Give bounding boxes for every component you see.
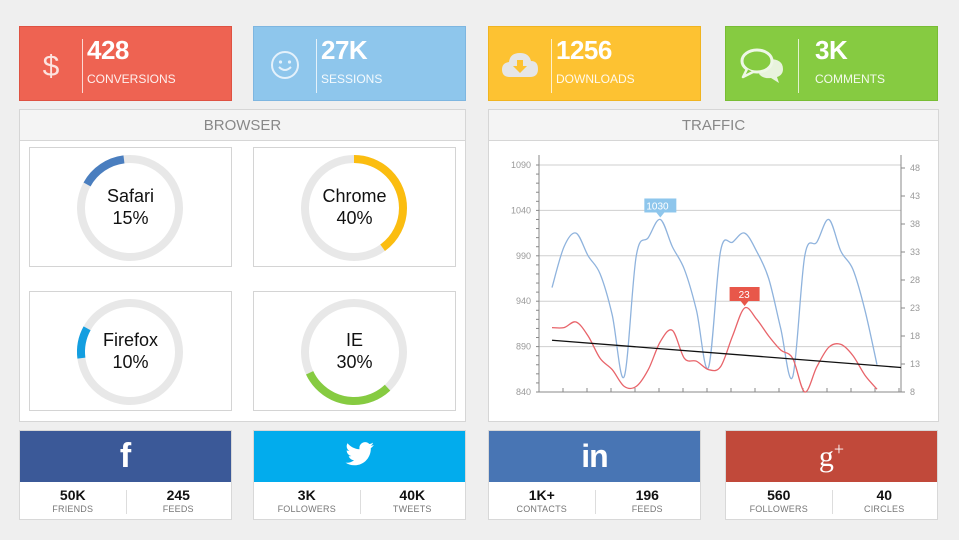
y-right-tick-label: 38 bbox=[910, 219, 920, 229]
stat-followers: 3K FOLLOWERS bbox=[277, 487, 336, 514]
series-blue-line bbox=[551, 218, 878, 380]
stat-value: 1256 bbox=[556, 35, 612, 65]
y-left-tick-label: 890 bbox=[516, 342, 531, 352]
gauge-name: Firefox bbox=[102, 330, 158, 350]
linkedin-icon: in bbox=[581, 438, 608, 474]
stat-card-conversions[interactable]: $ 428 CONVERSIONS bbox=[19, 26, 232, 101]
y-right-tick-label: 43 bbox=[910, 191, 920, 201]
gauge-ie[interactable]: IE 30% bbox=[253, 291, 456, 411]
y-right-tick-label: 33 bbox=[910, 247, 920, 257]
annotation-pointer bbox=[740, 301, 749, 306]
y-left-tick-label: 1090 bbox=[511, 160, 531, 170]
social-card-linkedin[interactable]: in 1K+ CONTACTS 196 FEEDS bbox=[488, 430, 701, 520]
annotation-pointer bbox=[656, 212, 665, 218]
gauge-safari[interactable]: Safari 15% bbox=[29, 147, 232, 267]
gauge-percent: 10% bbox=[112, 352, 149, 372]
cloud-download-icon bbox=[489, 27, 551, 102]
divider bbox=[82, 39, 83, 93]
divider bbox=[594, 490, 596, 514]
stat-card-sessions[interactable]: 27K SESSIONS bbox=[253, 26, 466, 101]
gauge-name: Chrome bbox=[322, 186, 387, 206]
social-card-google-plus[interactable]: g+ 560 FOLLOWERS 40 CIRCLES bbox=[725, 430, 938, 520]
divider bbox=[551, 39, 552, 93]
traffic-panel-title: TRAFFIC bbox=[489, 110, 938, 141]
y-right-tick-label: 48 bbox=[910, 163, 920, 173]
stat-contacts: 1K+ CONTACTS bbox=[516, 487, 567, 514]
stat-card-comments[interactable]: 3K COMMENTS bbox=[725, 26, 938, 101]
stat-card-downloads[interactable]: 1256 DOWNLOADS bbox=[488, 26, 701, 101]
speech-bubbles-icon bbox=[726, 27, 798, 102]
stat-feeds: 245 FEEDS bbox=[162, 487, 194, 514]
stat-friends: 50K FRIENDS bbox=[52, 487, 94, 514]
stat-circles: 40 CIRCLES bbox=[864, 487, 905, 514]
y-right-tick-label: 8 bbox=[910, 387, 915, 397]
y-right-tick-label: 18 bbox=[910, 331, 920, 341]
divider bbox=[125, 490, 127, 514]
y-left-tick-label: 940 bbox=[516, 296, 531, 306]
divider bbox=[359, 490, 361, 514]
stat-label: COMMENTS bbox=[815, 72, 885, 86]
y-right-tick-label: 13 bbox=[910, 359, 920, 369]
divider bbox=[831, 490, 833, 514]
gauge-firefox[interactable]: Firefox 10% bbox=[29, 291, 232, 411]
y-left-tick-label: 840 bbox=[516, 387, 531, 397]
traffic-chart: 840 890 940 990 1040 1090 8 13 18 23 28 33 38 43 48 103… bbox=[511, 155, 920, 397]
browser-panel-title: BROWSER bbox=[20, 110, 465, 141]
stat-label: SESSIONS bbox=[321, 72, 383, 86]
divider bbox=[316, 39, 317, 93]
y-left-tick-label: 990 bbox=[516, 251, 531, 261]
gauge-percent: 40% bbox=[336, 208, 373, 228]
gauge-chrome[interactable]: Chrome 40% bbox=[253, 147, 456, 267]
annotation-label: 1030 bbox=[646, 201, 669, 212]
y-left-tick-label: 1040 bbox=[511, 205, 531, 215]
stat-value: 27K bbox=[321, 35, 368, 65]
gauge-name: Safari bbox=[106, 186, 155, 206]
divider bbox=[798, 39, 799, 93]
social-card-facebook[interactable]: f 50K FRIENDS 245 FEEDS bbox=[19, 430, 232, 520]
dollar-icon: $ bbox=[20, 27, 82, 102]
gauge-percent: 30% bbox=[336, 352, 373, 372]
stat-tweets: 40K TWEETS bbox=[392, 487, 432, 514]
twitter-icon bbox=[344, 442, 375, 471]
social-card-twitter[interactable]: 3K FOLLOWERS 40K TWEETS bbox=[253, 430, 466, 520]
gauge-percent: 15% bbox=[112, 208, 149, 228]
facebook-icon: f bbox=[119, 437, 132, 475]
smiley-icon bbox=[254, 27, 316, 102]
stat-label: DOWNLOADS bbox=[556, 72, 635, 86]
annotation-label: 23 bbox=[739, 290, 751, 301]
stat-value: 3K bbox=[815, 35, 848, 65]
gauge-name: IE bbox=[345, 330, 363, 350]
stat-label: CONVERSIONS bbox=[87, 72, 176, 86]
stat-followers: 560 FOLLOWERS bbox=[749, 487, 808, 514]
stat-value: 428 bbox=[87, 35, 129, 65]
stat-feeds: 196 FEEDS bbox=[631, 487, 663, 514]
svg-text:$: $ bbox=[43, 50, 60, 82]
google-plus-icon: g+ bbox=[818, 439, 845, 473]
y-right-tick-label: 23 bbox=[910, 303, 920, 313]
y-right-tick-label: 28 bbox=[910, 275, 920, 285]
